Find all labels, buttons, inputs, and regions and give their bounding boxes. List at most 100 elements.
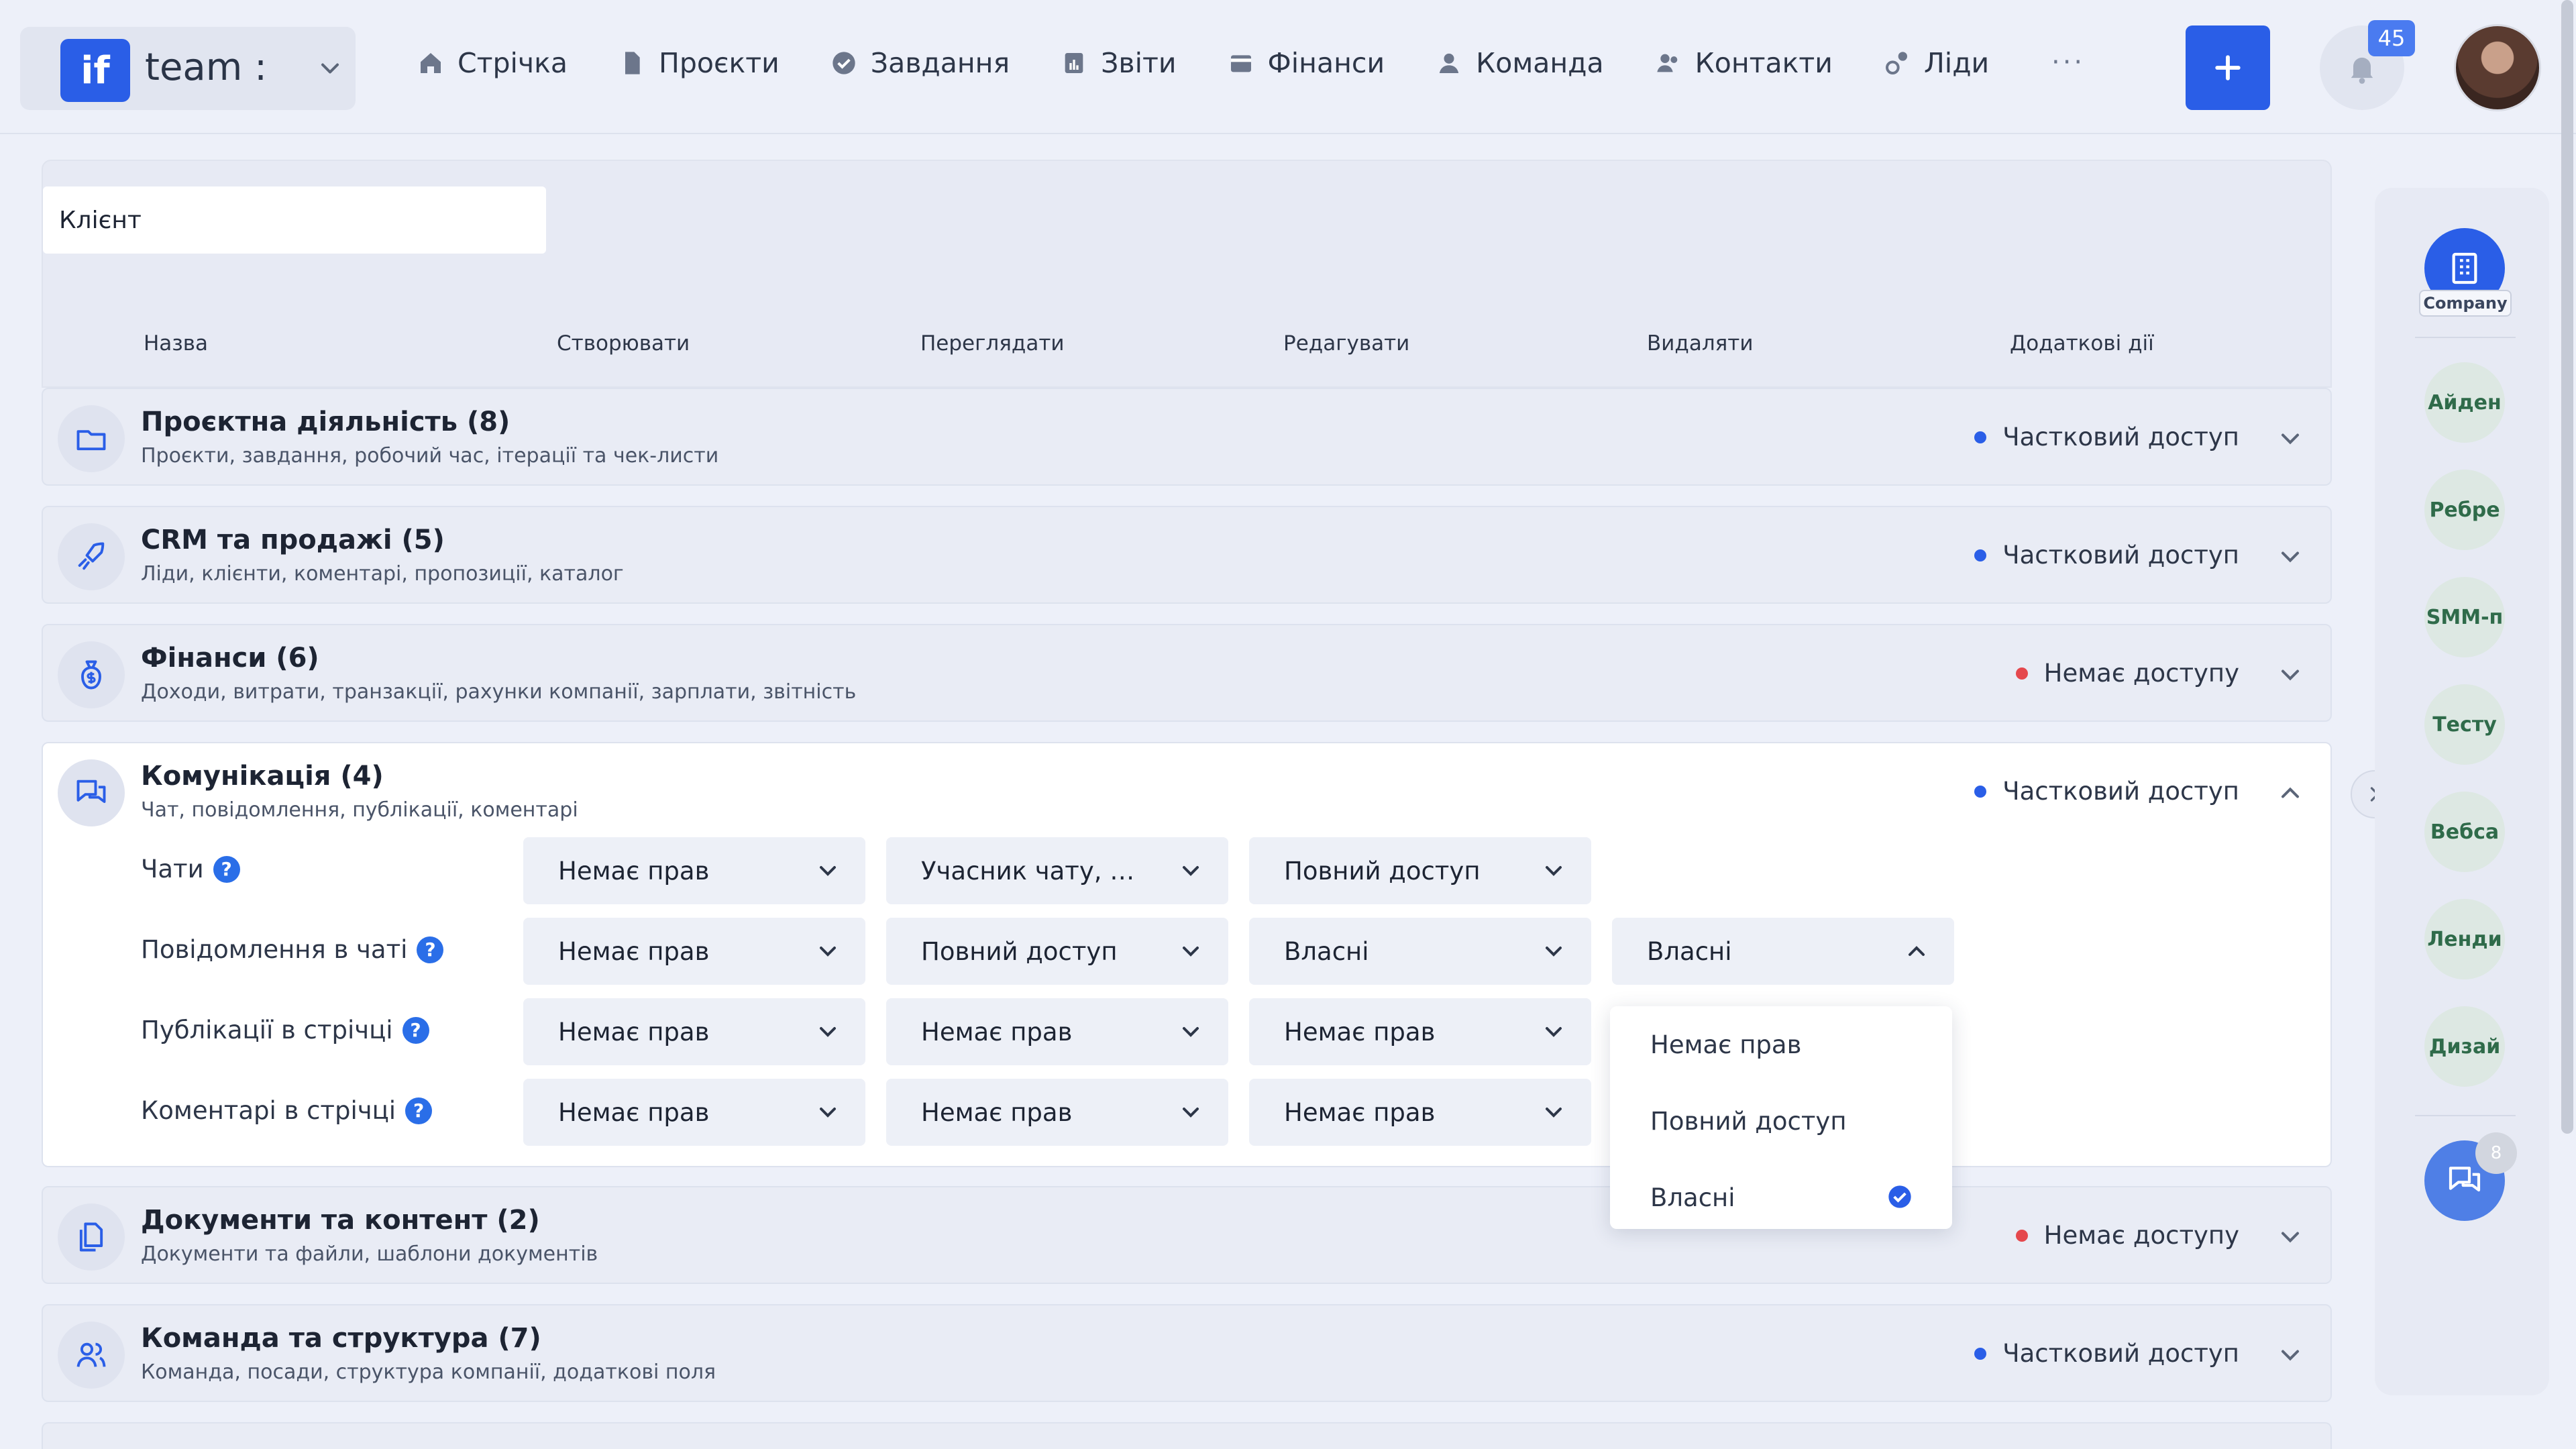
column-header-view: Переглядати — [920, 331, 1065, 356]
notification-count-badge: 45 — [2368, 20, 2415, 56]
dropdown-option-no-rights[interactable]: Немає прав — [1650, 1030, 1801, 1059]
select-value: Немає прав — [921, 1097, 1073, 1127]
rail-item[interactable]: Дизай — [2424, 1006, 2505, 1087]
add-button[interactable] — [2186, 25, 2270, 110]
status-label: Частковий доступ — [2002, 1339, 2239, 1368]
role-name-field[interactable]: Клієнт — [43, 186, 546, 254]
nav-item-feed[interactable]: Стрічка — [417, 47, 568, 79]
folder-icon — [58, 405, 125, 472]
rail-divider — [2415, 1115, 2516, 1116]
report-icon — [1065, 53, 1083, 73]
dropdown-option-full-access[interactable]: Повний доступ — [1650, 1107, 1847, 1136]
status-badge: Немає доступу — [2015, 659, 2239, 688]
nav-item-leads[interactable]: Ліди — [1884, 47, 1989, 79]
select-value: Немає прав — [1284, 1017, 1436, 1046]
status-dot — [1974, 785, 1987, 798]
nav-label: Проєкти — [659, 47, 780, 79]
chevron-down-icon — [820, 947, 836, 957]
select-posts-view[interactable]: Немає прав — [886, 998, 1228, 1065]
section-crm-sales[interactable]: CRM та продажі (5) Ліди, клієнти, комент… — [42, 506, 2332, 604]
status-dot — [1974, 1347, 1987, 1360]
chevron-down-icon[interactable] — [2275, 542, 2305, 572]
permissions-header: Клієнт Назва Створювати Переглядати Реда… — [42, 160, 2332, 388]
nav-label: Стрічка — [458, 47, 568, 79]
chevron-down-icon[interactable] — [2275, 660, 2305, 690]
permission-label-text: Коментарі в стрічці — [141, 1096, 396, 1125]
nav-item-reports[interactable]: Звіти — [1061, 47, 1177, 79]
select-chats-edit[interactable]: Повний доступ — [1249, 837, 1591, 904]
chevron-down-icon[interactable] — [2275, 1340, 2305, 1370]
rail-item[interactable]: Ленди — [2424, 899, 2505, 979]
rail-divider — [2415, 337, 2516, 338]
chat-icon — [2449, 1167, 2481, 1192]
select-messages-view[interactable]: Повний доступ — [886, 918, 1228, 985]
column-header-create: Створювати — [557, 331, 690, 356]
chevron-down-icon — [1546, 1108, 1562, 1118]
column-header-name: Назва — [144, 331, 209, 356]
section-title: CRM та продажі (5) — [141, 525, 445, 555]
rail-item[interactable]: SMM-п — [2424, 577, 2505, 657]
nav-label: Команда — [1476, 47, 1604, 79]
section-communication[interactable]: Комунікація (4) Чат, повідомлення, публі… — [42, 742, 2332, 1167]
chat-bubbles-icon — [58, 759, 125, 826]
status-label: Немає доступу — [2043, 1221, 2239, 1250]
chevron-up-icon[interactable] — [2275, 778, 2305, 808]
rail-item[interactable]: Ребре — [2424, 470, 2505, 550]
select-messages-edit[interactable]: Власні — [1249, 918, 1591, 985]
select-value: Учасник чату, При… — [921, 856, 1149, 885]
nav-label: Завдання — [870, 47, 1010, 79]
rail-item[interactable]: Вебса — [2424, 792, 2505, 872]
select-value: Немає прав — [558, 1097, 710, 1127]
nav-item-tasks[interactable]: Завдання — [830, 47, 1010, 79]
chevron-up-icon — [1909, 946, 1925, 956]
rail-item[interactable]: Тесту — [2424, 684, 2505, 765]
workspace-switcher[interactable]: if team : — [20, 27, 356, 110]
dropdown-option-own[interactable]: Власні — [1650, 1183, 1735, 1212]
help-icon[interactable]: ? — [402, 1016, 429, 1044]
select-messages-delete[interactable]: Власні — [1612, 918, 1954, 985]
section-title: Проєктна діяльність (8) — [141, 407, 511, 437]
select-value: Немає прав — [921, 1017, 1073, 1046]
help-icon[interactable]: ? — [405, 1097, 433, 1124]
section-project-activity[interactable]: Проєктна діяльність (8) Проєкти, завданн… — [42, 388, 2332, 486]
nav-item-projects[interactable]: Проєкти — [619, 47, 780, 79]
chevron-down-icon — [820, 1027, 836, 1037]
select-comments-create[interactable]: Немає прав — [523, 1079, 865, 1146]
select-value: Власні — [1284, 936, 1369, 966]
section-next-partial[interactable] — [42, 1422, 2332, 1449]
section-team-structure[interactable]: Команда та структура (7) Команда, посади… — [42, 1304, 2332, 1402]
section-title: Команда та структура (7) — [141, 1323, 541, 1354]
delete-permission-dropdown: Немає прав Повний доступ Власні — [1610, 1006, 1952, 1229]
help-icon[interactable]: ? — [213, 855, 240, 883]
select-posts-edit[interactable]: Немає прав — [1249, 998, 1591, 1065]
status-label: Немає доступу — [2043, 659, 2239, 688]
nav-item-finance[interactable]: Фінанси — [1228, 47, 1385, 79]
nav-more-button[interactable]: ··· — [2051, 47, 2085, 78]
chevron-down-icon — [1546, 947, 1562, 957]
section-title: Документи та контент (2) — [141, 1205, 540, 1236]
page-scrollbar[interactable] — [2561, 0, 2573, 1134]
section-title: Комунікація (4) — [141, 761, 384, 792]
status-badge: Немає доступу — [2015, 1221, 2239, 1250]
select-comments-edit[interactable]: Немає прав — [1249, 1079, 1591, 1146]
rail-item[interactable]: Айден — [2424, 362, 2505, 443]
select-posts-create[interactable]: Немає прав — [523, 998, 865, 1065]
select-comments-view[interactable]: Немає прав — [886, 1079, 1228, 1146]
section-subtitle: Команда, посади, структура компанії, дод… — [141, 1360, 716, 1384]
permission-label-text: Чати — [141, 855, 204, 883]
chevron-down-icon[interactable] — [2275, 424, 2305, 453]
select-messages-create[interactable]: Немає прав — [523, 918, 865, 985]
section-documents-content[interactable]: Документи та контент (2) Документи та фа… — [42, 1186, 2332, 1284]
select-chats-create[interactable]: Немає прав — [523, 837, 865, 904]
section-finance[interactable]: Фінанси (6) Доходи, витрати, транзакції,… — [42, 624, 2332, 722]
contacts-icon — [1656, 54, 1677, 72]
help-icon[interactable]: ? — [417, 936, 444, 963]
chevron-down-icon[interactable] — [2275, 1222, 2305, 1252]
nav-item-team[interactable]: Команда — [1436, 47, 1604, 79]
nav-label: Ліди — [1923, 47, 1990, 79]
nav-label: Звіти — [1101, 47, 1177, 79]
nav-item-contacts[interactable]: Контакти — [1655, 47, 1833, 79]
user-avatar[interactable] — [2454, 24, 2541, 111]
select-chats-view[interactable]: Учасник чату, При… — [886, 837, 1228, 904]
permission-label-text: Повідомлення в чаті — [141, 935, 408, 964]
